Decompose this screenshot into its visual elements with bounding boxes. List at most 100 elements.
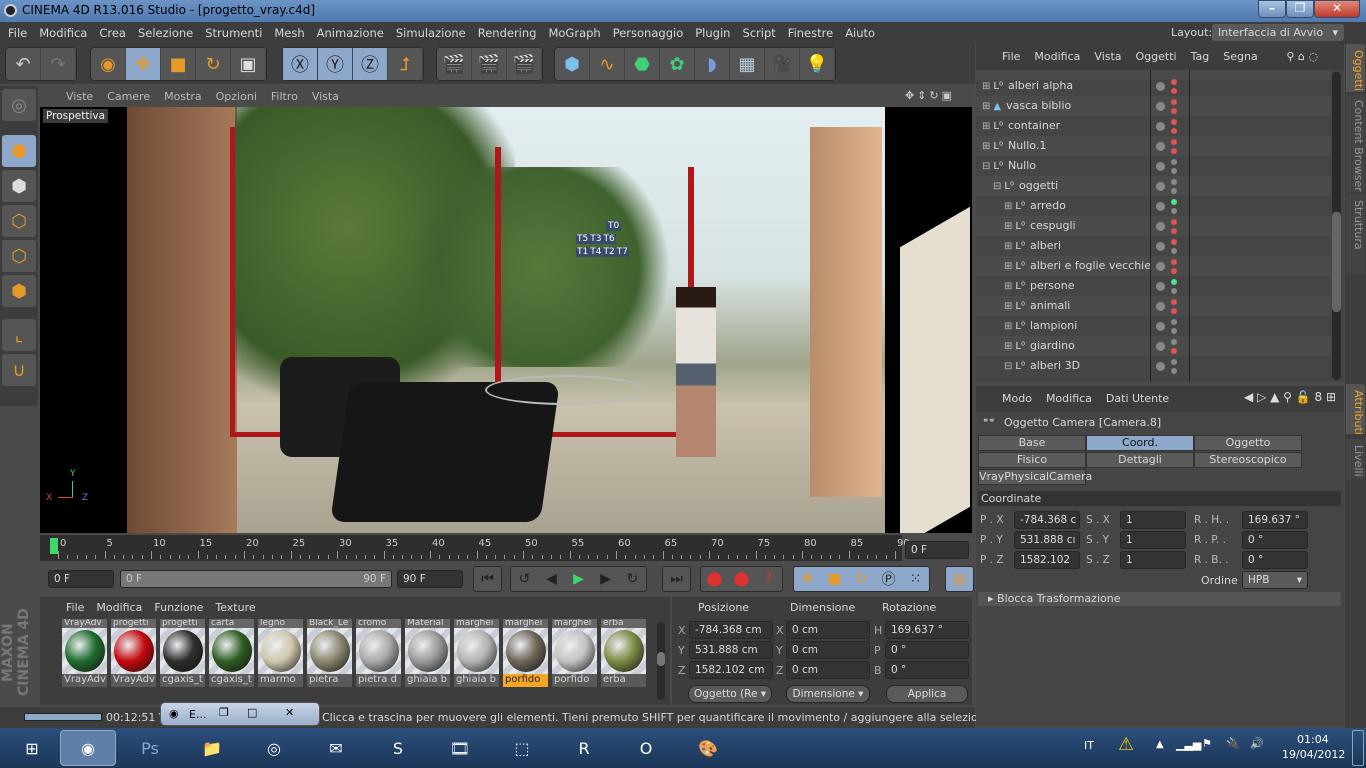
visibility-dot[interactable]: [1156, 322, 1165, 331]
next-key-icon[interactable]: ↻: [619, 567, 646, 591]
rb-field[interactable]: 0 °: [1242, 551, 1308, 569]
action-center-warning-icon[interactable]: ⚠: [1118, 734, 1134, 755]
menu-mesh[interactable]: Mesh: [274, 26, 304, 44]
y-axis-icon[interactable]: Ⓨ: [318, 48, 353, 80]
py-field[interactable]: 531.888 cı: [1014, 531, 1080, 549]
render-picture-icon[interactable]: 🎬: [472, 48, 507, 80]
menu-finestre[interactable]: Finestre: [788, 26, 833, 44]
opera-taskbar-icon[interactable]: O: [618, 730, 674, 766]
array-icon[interactable]: ✿: [660, 48, 695, 80]
undo-icon[interactable]: ↶: [6, 48, 41, 80]
prev-frame-icon[interactable]: ◀: [538, 567, 565, 591]
volume-icon[interactable]: 🔊: [1250, 737, 1264, 750]
visibility-dot[interactable]: [1156, 142, 1165, 151]
material-menu-modifica[interactable]: Modifica: [96, 601, 142, 617]
tab-base[interactable]: Base: [978, 435, 1086, 451]
render-settings-icon[interactable]: 🎬: [507, 48, 542, 80]
material-swatch[interactable]: marghei ghiaia b: [454, 619, 499, 687]
cube-icon[interactable]: ⬢: [555, 48, 590, 80]
object-row[interactable]: ⊞ L⁰ alberi: [976, 236, 1331, 256]
editor-visibility-dot[interactable]: [1171, 159, 1177, 165]
menu-file[interactable]: File: [8, 26, 27, 44]
object-row[interactable]: ⊞ ▲ vasca biblio: [976, 96, 1331, 116]
show-hidden-icons[interactable]: ▲: [1156, 739, 1164, 750]
object-row[interactable]: ⊞ L⁰ lampioni: [976, 316, 1331, 336]
expand-icon[interactable]: ⊞: [982, 141, 990, 152]
object-menu-file[interactable]: File: [1002, 50, 1020, 70]
visibility-dot[interactable]: [1156, 342, 1165, 351]
editor-visibility-dot[interactable]: [1171, 299, 1177, 305]
order-dropdown[interactable]: HPB ▾: [1242, 571, 1308, 589]
render-visibility-dot[interactable]: [1171, 348, 1177, 354]
menu-modifica[interactable]: Modifica: [39, 26, 87, 44]
attribute-toolbar-icons[interactable]: ◀ ▷ ▲ ⚲ 🔓 8 ⊞: [1244, 390, 1336, 404]
snap-icon[interactable]: ◎: [2, 89, 36, 121]
menu-crea[interactable]: Crea: [99, 26, 126, 44]
render-visibility-dot[interactable]: [1171, 128, 1177, 134]
menu-strumenti[interactable]: Strumenti: [205, 26, 262, 44]
object-row[interactable]: ⊞ L⁰ alberi e foglie vecchie: [976, 256, 1331, 276]
size-mode-dropdown[interactable]: Dimensione ▾: [786, 685, 870, 703]
nurbs-icon[interactable]: ⬣: [625, 48, 660, 80]
menu-mograph[interactable]: MoGraph: [548, 26, 600, 44]
viewport-menu-opzioni[interactable]: Opzioni: [216, 90, 257, 107]
rotation-h-field[interactable]: 169.637 °: [885, 621, 969, 639]
floor-icon[interactable]: ▦: [730, 48, 765, 80]
collapse-icon[interactable]: ⊟: [982, 161, 990, 172]
object-row[interactable]: ⊟ L⁰ oggetti: [976, 176, 1331, 196]
menu-rendering[interactable]: Rendering: [478, 26, 537, 44]
expand-icon[interactable]: ⊞: [1004, 201, 1012, 212]
viewport-menu-viste[interactable]: Viste: [66, 90, 93, 107]
maximize-icon[interactable]: □: [247, 706, 257, 719]
collapse-icon[interactable]: ⊟: [1004, 361, 1012, 372]
render-visibility-dot[interactable]: [1171, 88, 1177, 94]
menu-animazione[interactable]: Animazione: [317, 26, 384, 44]
end-frame-field[interactable]: 90 F: [397, 570, 463, 588]
record-key-icon[interactable]: ⬤: [701, 567, 728, 591]
deformer-icon[interactable]: ◗: [695, 48, 730, 80]
current-frame-field[interactable]: 0 F: [905, 541, 969, 559]
render-visibility-dot[interactable]: [1171, 228, 1177, 234]
material-swatch[interactable]: VrayAdv VrayAdv: [62, 619, 107, 687]
lock-transform-section[interactable]: ▸ Blocca Trasformazione: [978, 592, 1341, 606]
visibility-dot[interactable]: [1156, 302, 1165, 311]
object-row[interactable]: ⊞ L⁰ arredo: [976, 196, 1331, 216]
material-swatch[interactable]: cromo pietra d: [356, 619, 401, 687]
viewport-menu-camere[interactable]: Camere: [107, 90, 150, 107]
material-swatch[interactable]: legno marmo: [258, 619, 303, 687]
tab-oggetto[interactable]: Oggetto: [1194, 435, 1302, 451]
prev-key-icon[interactable]: ↺: [511, 567, 538, 591]
render-visibility-dot[interactable]: [1171, 288, 1177, 294]
visibility-dot[interactable]: [1156, 162, 1165, 171]
material-scrollbar[interactable]: [657, 622, 665, 700]
close-icon[interactable]: ✕: [285, 706, 294, 719]
side-tab-attributi[interactable]: Attributi: [1346, 384, 1365, 435]
start-frame-field[interactable]: 0 F: [48, 570, 114, 588]
object-menu-segna[interactable]: Segna: [1223, 50, 1257, 70]
object-toolbar-icons[interactable]: ⚲ ⌂ ◌: [1286, 50, 1318, 63]
object-row[interactable]: ⊞ L⁰ persone: [976, 276, 1331, 296]
sz-field[interactable]: 1: [1120, 551, 1186, 569]
menu-personaggio[interactable]: Personaggio: [613, 26, 684, 44]
power-icon[interactable]: 🔌: [1226, 737, 1240, 750]
paint-taskbar-icon[interactable]: 🎨: [680, 730, 736, 766]
edges-mode-icon[interactable]: ⬡: [2, 240, 36, 272]
menu-plugin[interactable]: Plugin: [695, 26, 730, 44]
menu-aiuto[interactable]: Aiuto: [845, 26, 875, 44]
layout-dropdown[interactable]: Interfaccia di Avvio ▾: [1212, 24, 1344, 41]
expand-icon[interactable]: ⊞: [1004, 341, 1012, 352]
network-icon[interactable]: ▁▃▅: [1176, 738, 1201, 751]
render-visibility-dot[interactable]: [1171, 168, 1177, 174]
rotation-track-icon[interactable]: ↻: [848, 567, 875, 591]
move-icon[interactable]: ✥: [126, 48, 161, 80]
restore-icon[interactable]: ❐: [219, 706, 229, 719]
visibility-dot[interactable]: [1156, 122, 1165, 131]
size-y-field[interactable]: 0 cm: [786, 641, 870, 659]
visibility-dot[interactable]: [1156, 282, 1165, 291]
side-tab-livelli[interactable]: Livelli: [1346, 439, 1365, 479]
tab-fisico[interactable]: Fisico: [978, 452, 1086, 468]
flag-icon[interactable]: ⚑: [1202, 737, 1212, 750]
language-indicator[interactable]: IT: [1084, 739, 1094, 752]
model-mode-icon[interactable]: ⬢: [2, 135, 36, 167]
expand-icon[interactable]: ⊞: [1004, 301, 1012, 312]
